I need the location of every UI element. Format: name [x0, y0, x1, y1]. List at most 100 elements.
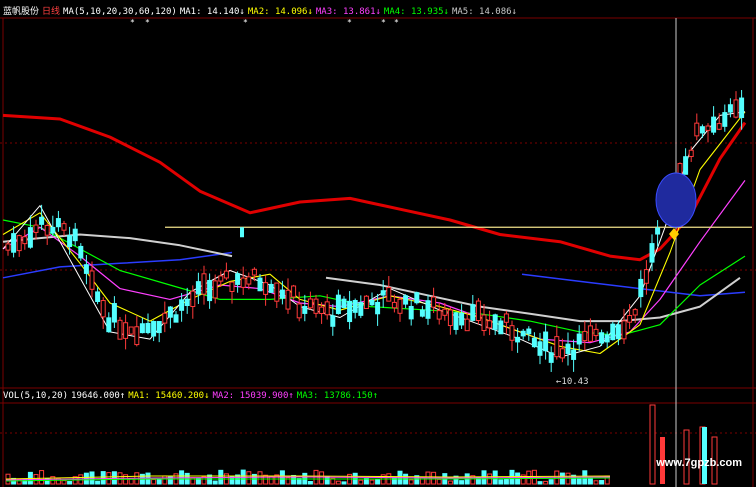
price-candle: [240, 227, 244, 238]
ma4-value: MA4: 13.935↓: [383, 7, 449, 17]
highlight-ellipse: [655, 172, 697, 228]
price-candle: [285, 289, 291, 310]
price-candle: [391, 301, 397, 309]
price-candle: [263, 282, 269, 295]
price-candle: [162, 312, 168, 324]
volume-bar: [156, 478, 162, 485]
price-candle: [554, 336, 560, 358]
volume-bar: [537, 481, 543, 485]
price-candle: [520, 330, 526, 337]
price-candle: [386, 287, 392, 302]
volume-bar: [447, 480, 453, 485]
price-candle: [475, 300, 481, 321]
price-candle: [643, 269, 649, 284]
price-candle: [319, 306, 325, 314]
volume-bar: [548, 479, 554, 485]
price-candle: [347, 300, 353, 323]
price-candle: [257, 277, 263, 292]
price-candle: [106, 317, 112, 333]
price-candle: [55, 218, 61, 228]
price-candle: [100, 300, 106, 318]
price-candle: [403, 295, 409, 305]
price-candle: [582, 330, 588, 342]
price-candle: [212, 280, 218, 299]
price-candle: [139, 323, 145, 334]
price-candle: [11, 233, 17, 253]
ma2-value: MA2: 14.096↓: [247, 7, 313, 17]
price-candle: [67, 234, 73, 248]
ma5-value: MA5: 14.086↓: [451, 7, 517, 17]
volume-bar: [151, 479, 157, 485]
price-candle: [207, 279, 213, 302]
price-candle: [123, 322, 129, 339]
price-candle: [363, 295, 369, 310]
price-candle: [184, 298, 190, 307]
volume-bar: [263, 474, 269, 485]
price-candle: [543, 331, 549, 352]
price-candle: [167, 306, 173, 318]
volume-bar: [503, 478, 509, 485]
ma3-value: MA3: 13.861↓: [315, 7, 381, 17]
volume-bar: [408, 479, 414, 485]
volume-bar: [319, 471, 325, 485]
star-marker: *: [347, 18, 352, 27]
price-candle: [145, 322, 151, 334]
price-candle: [5, 243, 11, 251]
price-candle: [33, 224, 39, 233]
price-panel-header: 蓝帆股份 日线 MA(5,10,20,30,60,120) MA1: 14.140↓ M…: [3, 4, 520, 17]
ma-spec: MA(5,10,20,30,60,120): [63, 7, 177, 17]
price-candle: [531, 337, 537, 348]
price-candle: [565, 343, 571, 355]
price-candle: [649, 243, 655, 263]
star-marker: *: [130, 18, 135, 27]
volume-bar: [268, 476, 274, 485]
price-candle: [638, 278, 644, 298]
price-candle: [78, 245, 84, 259]
price-candle: [307, 298, 313, 309]
price-candle: [447, 309, 453, 327]
price-candle: [453, 312, 459, 330]
price-candle: [128, 326, 134, 335]
price-candle: [246, 276, 252, 285]
price-candle: [279, 289, 285, 299]
chart-window: * * * * * * 蓝帆股份 日线 MA(5,10,20,30,60,120) MA1: 1…: [0, 0, 756, 487]
volume-bar: [599, 480, 605, 485]
price-candle: [425, 300, 431, 319]
price-candle: [117, 319, 123, 340]
volume-bar: [257, 471, 263, 485]
price-candle: [335, 294, 341, 315]
price-candle: [369, 299, 375, 306]
price-candle: [61, 223, 67, 231]
price-candle: [739, 97, 745, 118]
volume-bar: [419, 476, 425, 485]
vol-ma3-value: MA3: 13786.150↑: [296, 391, 379, 401]
volume-bar: [307, 480, 313, 485]
price-candle: [604, 334, 610, 343]
ma60-line: [2, 251, 233, 279]
volume-bar: [100, 471, 106, 485]
volume-bar: [576, 477, 582, 485]
price-candle: [190, 290, 196, 308]
volume-bar: [324, 476, 330, 485]
price-candle: [716, 123, 722, 130]
vol-ma2-value: MA2: 15039.900↑: [212, 391, 294, 401]
volume-bar: [89, 471, 95, 485]
price-candle: [627, 315, 633, 323]
price-candle: [705, 125, 711, 131]
price-candle: [733, 99, 739, 118]
price-candle: [341, 298, 347, 309]
price-candle: [655, 227, 661, 235]
price-candle: [481, 314, 487, 332]
price-candle: [621, 320, 627, 340]
vol-spec: VOL(5,10,20): [3, 391, 69, 401]
low-price-label: ←10.43: [556, 377, 589, 387]
price-candle: [464, 318, 470, 332]
volume-bar: [95, 480, 101, 485]
price-candle: [111, 303, 117, 323]
price-candle: [313, 298, 319, 314]
price-candle: [727, 104, 733, 113]
chart-canvas[interactable]: * * * * * *: [0, 0, 756, 487]
price-candle: [683, 156, 689, 175]
price-candle: [408, 305, 414, 320]
vol-ma1-value: MA1: 15460.200↓: [128, 391, 210, 401]
